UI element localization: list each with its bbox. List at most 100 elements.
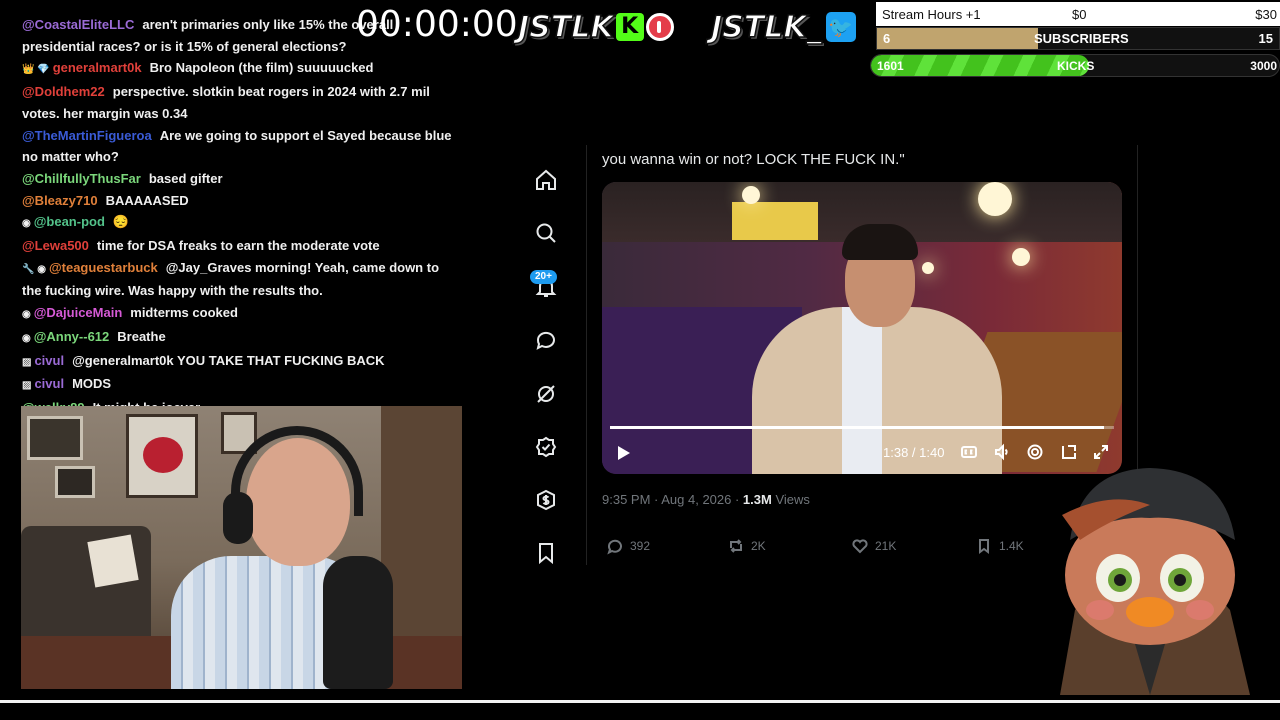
stream-hours-goal: Stream Hours +1 $0 $30 <box>876 2 1280 26</box>
bookmark-icon <box>979 539 989 554</box>
fullscreen-icon[interactable] <box>1092 443 1110 461</box>
chat-username[interactable]: @DajuiceMain <box>34 305 123 320</box>
twitter-handle: JSTLK_ <box>710 9 822 46</box>
goal-label: KICKS <box>1057 58 1095 73</box>
kick-handle: JSTLK <box>517 9 614 46</box>
goal-max: $30 <box>1255 6 1277 22</box>
goal-current: 1601 <box>877 58 904 73</box>
grok-icon[interactable] <box>534 382 558 406</box>
repost-count: 2K <box>751 539 766 553</box>
repost-icon <box>730 539 742 553</box>
goal-current: 6 <box>883 31 891 46</box>
captions-icon[interactable] <box>960 443 978 461</box>
twitter-logo: JSTLK_ 🐦 <box>710 8 856 46</box>
tweet-text: you wanna win or not? LOCK THE FUCK IN." <box>602 151 905 168</box>
goal-min: $0 <box>1072 6 1087 22</box>
chat-text: @generalmart0k YOU TAKE THAT FUCKING BAC… <box>72 352 385 368</box>
chat-message: ◉ @bean-pod 😔 <box>22 211 462 235</box>
messages-icon[interactable] <box>534 328 558 352</box>
stream-timer: 00:00:00 <box>356 4 518 45</box>
chat-text: time for DSA freaks to earn the moderate… <box>96 238 380 254</box>
chat-username[interactable]: @CoastalEliteLLC <box>22 17 134 32</box>
restaurant-sign <box>732 202 818 240</box>
chat-username[interactable]: @Doldhem22 <box>22 84 105 99</box>
tweet-timestamp: 9:35 PM · Aug 4, 2026 · <box>602 492 743 507</box>
chat-text: based gifter <box>148 170 223 186</box>
live-icon <box>645 13 674 41</box>
heart-icon <box>852 539 868 554</box>
chat-username[interactable]: @Bleazy710 <box>22 193 98 208</box>
repost-button[interactable]: 2K <box>727 537 766 555</box>
webcam-feed <box>21 406 462 689</box>
mascot-bird-image <box>1060 468 1250 695</box>
chat-message: @Bleazy710 BAAAAASED <box>22 190 462 212</box>
chat-message: ▨ civul MODS <box>22 373 462 397</box>
bookmark-count: 1.4K <box>999 539 1024 553</box>
wall-picture <box>126 414 198 498</box>
goal-label: Stream Hours +1 <box>882 6 981 22</box>
chat-username[interactable]: @Lewa500 <box>22 238 89 253</box>
bookmark-button[interactable]: 1.4K <box>975 537 1024 555</box>
like-button[interactable]: 21K <box>851 537 896 555</box>
video-progress-fill <box>610 426 1104 429</box>
chat-username[interactable]: @ChillfullyThusFar <box>22 171 141 186</box>
chat-text: Bro Napoleon (the film) suuuuucked <box>149 60 374 76</box>
chat-message: ▨ civul @generalmart0k YOU TAKE THAT FUCKI… <box>22 350 462 374</box>
chat-text: Breathe <box>117 328 166 344</box>
chat-message: ◉ @DajuiceMain midterms cooked <box>22 302 462 326</box>
chat-message: 👑 💎 generalmart0k Bro Napoleon (the film) … <box>22 57 462 81</box>
search-icon[interactable] <box>534 221 558 245</box>
tweet-video[interactable]: 1:38 / 1:40 <box>602 182 1122 474</box>
notifications-badge: 20+ <box>530 270 557 284</box>
like-count: 21K <box>875 539 897 553</box>
video-time: 1:38 / 1:40 <box>883 445 945 460</box>
reply-button[interactable]: 392 <box>606 537 650 555</box>
kick-icon: K <box>615 13 644 41</box>
chat-username[interactable]: civul <box>34 376 64 391</box>
chat-message: ◉ @Anny--612 Breathe <box>22 326 462 350</box>
chat-badge-icon: ◉ <box>22 218 31 230</box>
chat-badge-icon: ◉ <box>22 332 31 344</box>
chat-username[interactable]: generalmart0k <box>53 60 142 75</box>
chat-username[interactable]: @Anny--612 <box>34 329 110 344</box>
chat-badge-icon: ◉ <box>22 309 31 321</box>
chat-username[interactable]: @teaguestarbuck <box>49 260 158 275</box>
chat-text: MODS <box>72 376 112 392</box>
pip-icon[interactable] <box>1060 443 1078 461</box>
play-icon[interactable] <box>618 446 630 460</box>
volume-icon[interactable] <box>993 443 1011 461</box>
settings-icon[interactable] <box>1026 443 1044 461</box>
views-label: Views <box>771 492 810 507</box>
reply-count: 392 <box>630 539 651 553</box>
chat-username[interactable]: civul <box>34 353 64 368</box>
chat-text: BAAAAASED <box>105 192 189 208</box>
tweet-meta: 9:35 PM · Aug 4, 2026 · 1.3M Views <box>602 492 810 507</box>
chat-badge-icon: ▨ <box>22 380 32 392</box>
kick-logo: JSTLK K <box>517 8 674 46</box>
chat-text: midterms cooked <box>130 305 238 321</box>
chat-message: @ChillfullyThusFar based gifter <box>22 168 462 190</box>
subscribers-progress-fill <box>877 28 1038 49</box>
reply-icon <box>607 539 622 555</box>
verified-icon[interactable] <box>534 435 558 459</box>
goal-max: 3000 <box>1250 58 1277 73</box>
goal-max: 15 <box>1258 31 1273 46</box>
video-progress-bar[interactable] <box>610 426 1114 429</box>
goal-widgets: Stream Hours +1 $0 $30 6 SUBSCRIBERS 15 … <box>870 2 1280 77</box>
bookmarks-icon[interactable] <box>534 541 558 565</box>
home-icon[interactable] <box>534 168 558 192</box>
chat-message: @Lewa500 time for DSA freaks to earn the … <box>22 235 462 257</box>
chat-message: 🔧 ◉ @teaguestarbuck @Jay_Graves morning! Y… <box>22 257 462 302</box>
divider <box>0 700 1280 703</box>
chat-message: @Doldhem22 perspective. slotkin beat roge… <box>22 81 462 124</box>
chat-text: 😔 <box>112 214 130 230</box>
chat-username[interactable]: @TheMartinFigueroa <box>22 128 152 143</box>
microphone <box>323 556 393 689</box>
monetization-icon[interactable] <box>534 488 558 512</box>
chat-username[interactable]: @bean-pod <box>34 214 105 229</box>
wall-picture <box>27 416 83 460</box>
chat-overlay: @CoastalEliteLLC aren't primaries only li… <box>22 14 462 419</box>
goal-label: SUBSCRIBERS <box>1034 31 1129 46</box>
subscribers-goal: 6 SUBSCRIBERS 15 <box>876 27 1280 50</box>
chat-message: @TheMartinFigueroa Are we going to suppor… <box>22 125 462 168</box>
